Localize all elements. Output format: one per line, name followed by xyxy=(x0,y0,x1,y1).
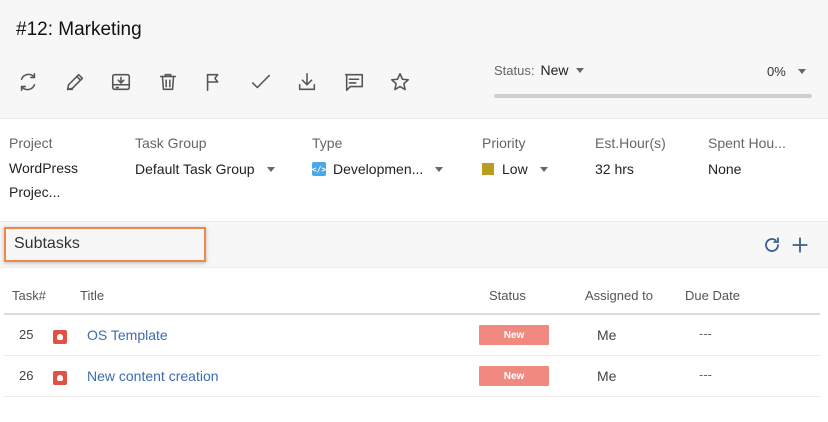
table-header: Task# Title Status Assigned to Due Date xyxy=(4,281,820,315)
refresh-icon xyxy=(20,72,36,92)
status-dropdown[interactable]: Status: New xyxy=(494,62,585,78)
chevron-down-icon xyxy=(539,166,548,172)
subtasks-table: Task# Title Status Assigned to Due Date … xyxy=(4,281,820,397)
field-label: Project xyxy=(9,135,53,151)
priority-dropdown[interactable]: Low xyxy=(482,161,548,177)
status-value: New xyxy=(540,62,569,78)
flag-icon xyxy=(206,73,219,92)
type-value: Developmen... xyxy=(333,161,424,177)
column-assigned[interactable]: Assigned to xyxy=(585,288,653,303)
complete-button[interactable] xyxy=(246,67,276,97)
field-spent-hours: Spent Hou... None xyxy=(708,135,786,177)
field-label: Spent Hou... xyxy=(708,135,786,151)
task-group-dropdown[interactable]: Default Task Group xyxy=(135,161,275,177)
star-icon xyxy=(390,72,410,91)
field-priority: Priority Low xyxy=(482,135,548,177)
assigned-to: Me xyxy=(597,327,617,343)
flag-button[interactable] xyxy=(199,67,229,97)
star-button[interactable] xyxy=(385,67,415,97)
field-type: Type </> Developmen... xyxy=(312,135,444,177)
status-badge[interactable]: New xyxy=(479,366,549,386)
page-title: #12: Marketing xyxy=(16,19,142,40)
task-title-link[interactable]: New content creation xyxy=(87,368,219,384)
priority-color-swatch xyxy=(482,163,494,175)
progress-bar[interactable] xyxy=(494,94,812,98)
subtasks-header: Subtasks xyxy=(0,221,828,268)
comment-icon xyxy=(344,73,363,92)
column-title[interactable]: Title xyxy=(80,288,104,303)
task-number: 26 xyxy=(19,368,34,383)
column-status[interactable]: Status xyxy=(489,288,526,303)
field-est-hours: Est.Hour(s) 32 hrs xyxy=(595,135,666,177)
comment-button[interactable] xyxy=(339,67,369,97)
bug-icon xyxy=(53,330,67,344)
column-due-date[interactable]: Due Date xyxy=(685,288,740,303)
subtasks-title: Subtasks xyxy=(14,235,80,252)
table-row[interactable]: 25 OS Template New Me --- xyxy=(4,315,820,356)
status-label: Status: xyxy=(494,62,535,78)
save-icon xyxy=(111,73,131,91)
delete-icon xyxy=(159,73,176,91)
project-link[interactable]: WordPress Projec... xyxy=(9,156,81,204)
progress-dropdown[interactable]: 0% xyxy=(767,64,806,79)
subtasks-title-highlight: Subtasks xyxy=(4,227,206,262)
check-icon xyxy=(251,74,270,89)
est-hours-value[interactable]: 32 hrs xyxy=(595,161,666,177)
save-button[interactable] xyxy=(106,67,136,97)
field-label: Type xyxy=(312,135,343,151)
progress-value: 0% xyxy=(767,64,786,79)
type-dropdown[interactable]: </> Developmen... xyxy=(312,161,444,177)
edit-button[interactable] xyxy=(60,67,90,97)
chevron-down-icon xyxy=(266,166,275,172)
refresh-button[interactable] xyxy=(13,67,43,97)
due-date: --- xyxy=(699,367,712,382)
chevron-down-icon xyxy=(576,67,585,73)
download-button[interactable] xyxy=(292,67,322,97)
task-header: #12: Marketing Status: New 0% xyxy=(0,0,828,119)
refresh-icon[interactable] xyxy=(763,236,781,254)
download-icon xyxy=(298,72,316,91)
add-icon[interactable] xyxy=(791,236,809,254)
status-badge[interactable]: New xyxy=(479,325,549,345)
delete-button[interactable] xyxy=(153,67,183,97)
field-project: Project WordPress Projec... xyxy=(9,135,81,204)
field-label: Task Group xyxy=(135,135,207,151)
chevron-down-icon xyxy=(797,69,806,74)
column-task[interactable]: Task# xyxy=(12,288,46,303)
task-title-link[interactable]: OS Template xyxy=(87,327,168,343)
task-fields: Project WordPress Projec... Task Group D… xyxy=(0,120,828,220)
task-group-value: Default Task Group xyxy=(135,161,255,177)
assigned-to: Me xyxy=(597,368,617,384)
priority-value: Low xyxy=(502,161,528,177)
spent-hours-value: None xyxy=(708,161,742,177)
due-date: --- xyxy=(699,326,712,341)
toolbar xyxy=(13,66,432,98)
field-task-group: Task Group Default Task Group xyxy=(135,135,275,177)
chevron-down-icon xyxy=(435,166,444,172)
field-label: Priority xyxy=(482,135,526,151)
code-icon: </> xyxy=(312,162,326,176)
subtasks-actions xyxy=(763,236,819,254)
task-number: 25 xyxy=(19,327,34,342)
field-label: Est.Hour(s) xyxy=(595,135,666,151)
bug-icon xyxy=(53,371,67,385)
table-row[interactable]: 26 New content creation New Me --- xyxy=(4,356,820,397)
edit-icon xyxy=(66,73,83,91)
